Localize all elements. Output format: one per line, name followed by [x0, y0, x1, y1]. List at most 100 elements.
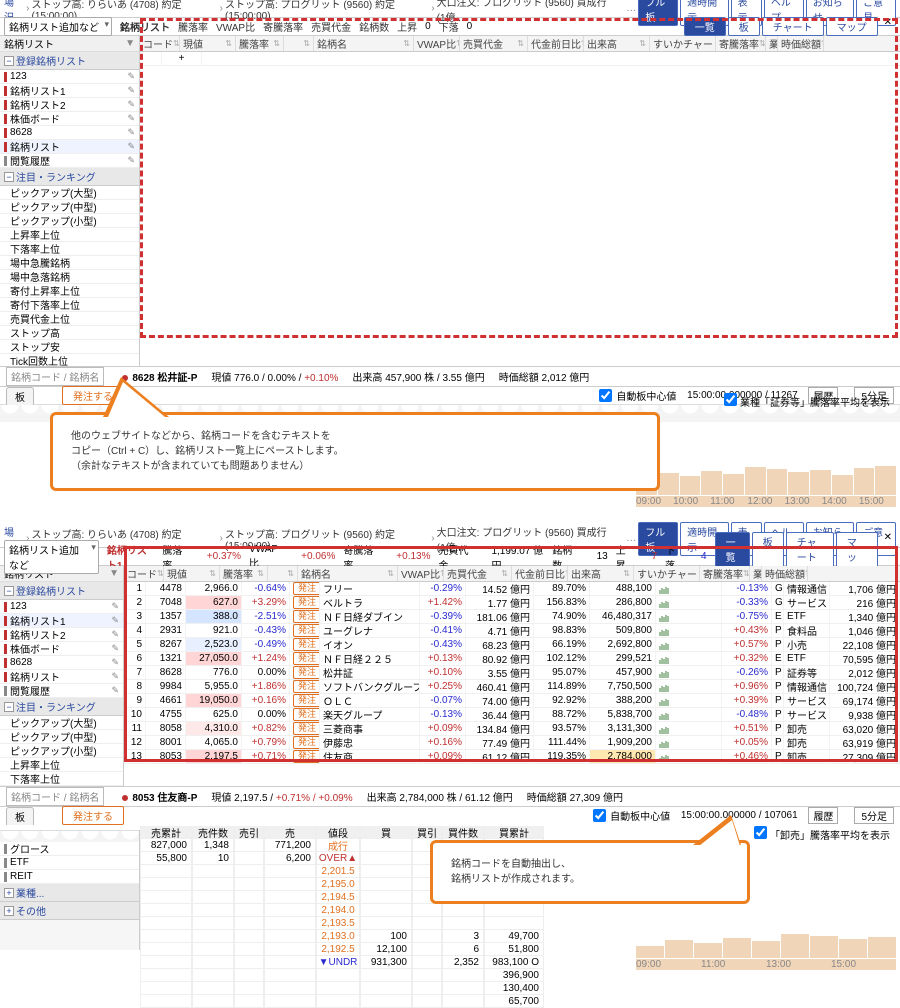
edit-icon[interactable]: ✎ [127, 127, 135, 138]
col-1[interactable]: 現値⇅ [164, 566, 220, 581]
table-row[interactable]: 42931921.0-0.43%発注ユーグレナ-0.41%4.71 億円98.8… [124, 624, 900, 638]
col-5[interactable]: VWAP比⇅ [398, 566, 444, 581]
sidebar-item[interactable]: 上昇率上位 [0, 758, 123, 772]
sidebar-item[interactable]: 8628✎ [0, 126, 139, 140]
order-button[interactable]: 発注 [293, 722, 320, 735]
table-row[interactable]: 1180584,310.0+0.82%発注三菱商事+0.09%134.84 億円… [124, 722, 900, 736]
table-row[interactable]: 1280014,065.0+0.79%発注伊藤忠+0.16%77.49 億円11… [124, 736, 900, 750]
add-list-select[interactable]: 銘柄リスト追加など [4, 540, 99, 574]
edit-icon[interactable]: ✎ [111, 657, 119, 668]
sidebar-item[interactable]: 株価ボード✎ [0, 642, 123, 656]
code-input[interactable]: 銘柄コード / 銘柄名 [6, 367, 104, 386]
order-button[interactable]: 発注 [293, 736, 320, 749]
edit-icon[interactable]: ✎ [127, 99, 135, 110]
sidebar-item[interactable]: Tick回数上位 [0, 354, 139, 366]
sidebar-item[interactable]: 寄付上昇率上位 [0, 284, 139, 298]
table-row[interactable]: 9466119,050.0+0.16%発注ＯＬＣ-0.07%74.00 億円92… [124, 694, 900, 708]
sidebar-group-registered[interactable]: −登録銘柄リスト [0, 52, 139, 70]
edit-icon[interactable]: ✎ [127, 141, 135, 152]
sidebar-item[interactable]: 銘柄リスト2✎ [0, 98, 139, 112]
order-button[interactable]: 発注 [293, 638, 320, 651]
edit-icon[interactable]: ✎ [127, 71, 135, 82]
order-button[interactable]: 発注 [293, 750, 320, 763]
edit-icon[interactable]: ✎ [111, 685, 119, 696]
edit-icon[interactable]: ✎ [127, 113, 135, 124]
col-8[interactable]: 出来高⇅ [584, 36, 650, 51]
table-row[interactable]: 78628776.00.00%発注松井証+0.10%3.55 億円95.07%4… [124, 666, 900, 680]
col-11[interactable]: 業種⇅ [750, 566, 762, 581]
col-9[interactable]: すいかチャート⇅ [634, 566, 700, 581]
col-4[interactable]: 銘柄名⇅ [298, 566, 398, 581]
sidebar-item[interactable]: 上昇率上位 [0, 228, 139, 242]
col-12[interactable]: 時価総額⇅ [778, 36, 824, 51]
col-6[interactable]: 売買代金⇅ [460, 36, 528, 51]
sidebar-item[interactable]: 株価ボード✎ [0, 112, 139, 126]
sidebar-item[interactable]: 売買代金上位 [0, 312, 139, 326]
sidebar-item[interactable]: 銘柄リスト✎ [0, 140, 139, 154]
edit-icon[interactable]: ✎ [127, 155, 135, 166]
auto-center-check[interactable] [599, 389, 612, 402]
order-button[interactable]: 発注 [293, 680, 320, 693]
col-6[interactable]: 売買代金⇅ [444, 566, 512, 581]
col-1[interactable]: 現値⇅ [180, 36, 236, 51]
sidebar-item[interactable]: ストップ高 [0, 326, 139, 340]
sidebar-item[interactable]: 寄付下落率上位 [0, 298, 139, 312]
sidebar-item[interactable]: 123✎ [0, 70, 139, 84]
table-row[interactable]: 144782,966.0-0.64%発注フリー-0.29%14.52 億円89.… [124, 582, 900, 596]
sidebar-item[interactable]: 閲覧履歴✎ [0, 154, 139, 168]
col-12[interactable]: 時価総額⇅ [762, 566, 808, 581]
order-button[interactable]: 発注 [293, 596, 320, 609]
order-button[interactable]: 発注 [293, 652, 320, 665]
table-row[interactable]: 6132127,050.0+1.24%発注ＮＦ日経２２５+0.13%80.92 … [124, 652, 900, 666]
add-list-select[interactable]: 銘柄リスト追加など [4, 17, 112, 36]
col-2[interactable]: 騰落率⇅ [236, 36, 284, 51]
edit-icon[interactable]: ✎ [111, 601, 119, 612]
table-row[interactable]: 582672,523.0-0.49%発注イオン-0.43%68.23 億円66.… [124, 638, 900, 652]
edit-icon[interactable]: ✎ [111, 629, 119, 640]
legend-check[interactable] [724, 393, 737, 406]
table-row[interactable]: 899845,955.0+1.86%発注ソフトバンクグループ+0.25%460.… [124, 680, 900, 694]
col-2[interactable]: 騰落率⇅ [220, 566, 268, 581]
col-8[interactable]: 出来高⇅ [568, 566, 634, 581]
col-4[interactable]: 銘柄名⇅ [314, 36, 414, 51]
sidebar-item[interactable]: ストップ安 [0, 340, 139, 354]
sidebar-item[interactable]: ピックアップ(大型) [0, 186, 139, 200]
col-11[interactable]: 業種⇅ [766, 36, 778, 51]
col-7[interactable]: 代金前日比⇅ [512, 566, 568, 581]
order-button[interactable]: 発注 [293, 582, 320, 595]
edit-icon[interactable]: ✎ [111, 643, 119, 654]
col-10[interactable]: 寄騰落率⇅ [716, 36, 766, 51]
edit-icon[interactable]: ✎ [111, 671, 119, 682]
edit-icon[interactable]: ✎ [111, 615, 119, 626]
sidebar-item[interactable]: 銘柄リスト✎ [0, 670, 123, 684]
sidebar-item[interactable]: 銘柄リスト1✎ [0, 84, 139, 98]
sidebar-item[interactable]: 銘柄リスト2✎ [0, 628, 123, 642]
order-button[interactable]: 発注 [293, 694, 320, 707]
sidebar-item[interactable]: 下落率上位 [0, 772, 123, 786]
sidebar-item[interactable]: 銘柄リスト1✎ [0, 614, 123, 628]
col-7[interactable]: 代金前日比⇅ [528, 36, 584, 51]
col-0[interactable]: コード⇅ [124, 566, 164, 581]
table-row[interactable]: 31357388.0-2.51%発注ＮＦ日経ダブイン-0.39%181.06 億… [124, 610, 900, 624]
col-3[interactable]: ⇅ [284, 36, 314, 51]
close-icon[interactable]: ✕ [880, 17, 896, 36]
table-row[interactable]: 104755625.00.00%発注楽天グループ-0.13%36.44 億円88… [124, 708, 900, 722]
filter-icon[interactable]: ▼ [125, 38, 135, 49]
tab-board[interactable]: 板 [6, 387, 34, 405]
order-button[interactable]: 発注 [293, 708, 320, 721]
sidebar-item[interactable]: 閲覧履歴✎ [0, 684, 123, 698]
col-3[interactable]: ⇅ [268, 566, 298, 581]
tab-map[interactable]: マップ [826, 17, 878, 36]
sidebar-item[interactable]: 場中急騰銘柄 [0, 256, 139, 270]
sidebar-item[interactable]: ピックアップ(大型) [0, 716, 123, 730]
sidebar-item[interactable]: ピックアップ(小型) [0, 744, 123, 758]
sidebar-item[interactable]: ピックアップ(中型) [0, 730, 123, 744]
table-row[interactable]: 1380532,197.5+0.71%発注住友商+0.09%61.12 億円11… [124, 750, 900, 764]
col-10[interactable]: 寄騰落率⇅ [700, 566, 750, 581]
order-button[interactable]: 発注 [293, 610, 320, 623]
sidebar-item[interactable]: ピックアップ(小型) [0, 214, 139, 228]
tab-board[interactable]: 板 [728, 17, 760, 36]
sidebar-group-ranking[interactable]: −注目・ランキング [0, 168, 139, 186]
col-9[interactable]: すいかチャート⇅ [650, 36, 716, 51]
table-row[interactable]: 27048627.0+3.29%発注ベルトラ+1.42%1.77 億円156.8… [124, 596, 900, 610]
